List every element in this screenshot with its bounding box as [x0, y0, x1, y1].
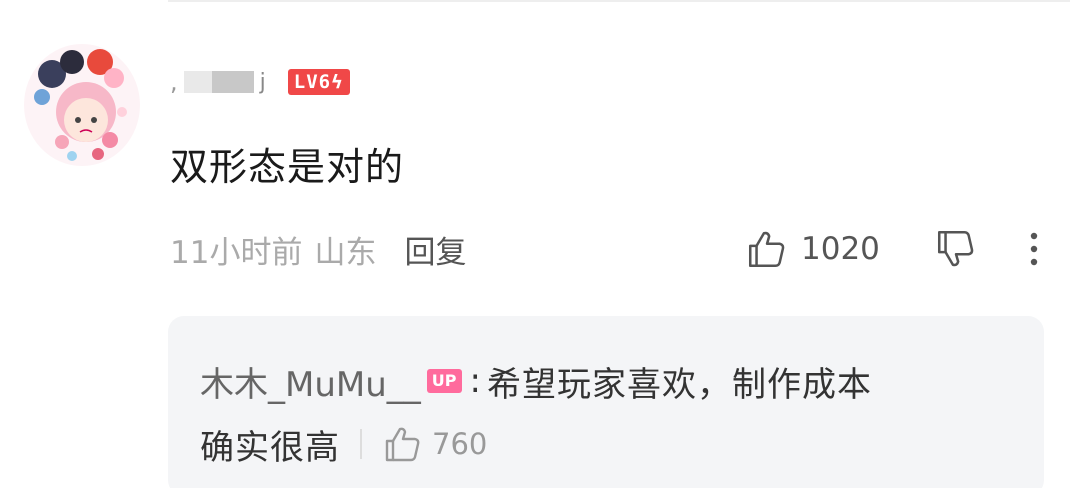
- reply-like-count: 760: [432, 427, 488, 461]
- thumbs-up-icon: [748, 231, 785, 268]
- avatar[interactable]: [22, 42, 142, 168]
- lightning-icon: ϟ: [331, 71, 344, 93]
- more-vertical-icon: [1030, 232, 1038, 266]
- comment-view: , j LV6ϟ 双形态是对的 11小时前 山东 回复 1020 木木_MuMu…: [0, 0, 1070, 488]
- level-text: LV6: [293, 71, 332, 93]
- reply-button[interactable]: 回复: [404, 227, 466, 272]
- reply-divider: [360, 429, 362, 459]
- like-button[interactable]: 1020: [745, 226, 880, 272]
- reply-author[interactable]: 木木_MuMu__: [200, 357, 421, 406]
- comment-meta: 11小时前 山东 回复: [170, 226, 466, 272]
- up-badge: UP: [426, 369, 462, 393]
- reply-preview[interactable]: 木木_MuMu__ UP : 希望玩家喜欢，制作成本 确实很高 760: [168, 316, 1044, 488]
- comment-time: 11小时前: [170, 234, 303, 271]
- dislike-button[interactable]: [932, 226, 978, 272]
- thumbs-down-icon: [937, 230, 974, 267]
- top-divider: [168, 0, 1070, 2]
- reply-content-line1: 希望玩家喜欢，制作成本: [486, 364, 872, 405]
- level-badge: LV6ϟ: [287, 69, 350, 95]
- username[interactable]: , j: [170, 68, 266, 96]
- username-suffix: j: [259, 69, 266, 95]
- comment-location: 山东: [314, 234, 377, 271]
- more-options-button[interactable]: [1014, 226, 1054, 272]
- reply-line1: 木木_MuMu__ UP : 希望玩家喜欢，制作成本: [200, 356, 872, 406]
- username-redacted: [183, 71, 254, 93]
- reply-content-line2: 确实很高: [200, 427, 340, 468]
- reply-colon: :: [469, 361, 481, 401]
- comment-text: 双形态是对的: [170, 145, 405, 189]
- like-count: 1020: [801, 231, 880, 267]
- thumbs-up-icon: [385, 427, 420, 462]
- user-row: , j LV6ϟ: [170, 62, 350, 102]
- reply-like-button[interactable]: 760: [382, 424, 487, 464]
- username-prefix: ,: [170, 68, 178, 96]
- reply-line2: 确实很高 760: [200, 418, 487, 470]
